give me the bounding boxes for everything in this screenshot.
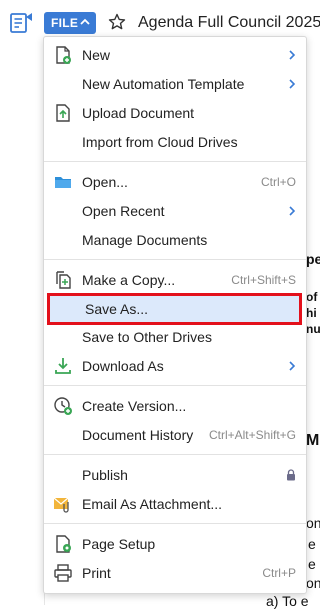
doc-text-fragment: e: [308, 536, 316, 552]
menu-item-new[interactable]: New: [44, 41, 306, 69]
menu-item-label: Make a Copy...: [82, 272, 176, 288]
doc-text-fragment: Mi: [306, 432, 320, 449]
menu-divider: [44, 385, 306, 386]
chevron-right-icon: [289, 361, 296, 371]
menu-divider: [44, 161, 306, 162]
menu-item-label: Print: [82, 565, 111, 581]
menu-item-label: New: [82, 47, 111, 63]
doc-text-fragment: hi: [306, 306, 317, 320]
menu-item-label: Import from Cloud Drives: [82, 134, 238, 150]
menu-item-save-to-other-drives[interactable]: Save to Other Drives: [44, 323, 306, 351]
document-title[interactable]: Agenda Full Council 2025-0: [138, 14, 320, 32]
chevron-right-icon: [289, 79, 296, 89]
menu-item-manage-documents[interactable]: Manage Documents: [44, 226, 306, 254]
menu-item-download-as[interactable]: Download As: [44, 352, 306, 380]
star-icon[interactable]: [108, 13, 126, 31]
menu-item-shortcut: Ctrl+P: [262, 566, 296, 580]
doc-text-fragment: on: [306, 515, 320, 531]
menu-item-new-automation-template[interactable]: New Automation Template: [44, 70, 306, 98]
page-setup-icon: [56, 535, 71, 553]
menu-item-open-recent[interactable]: Open Recent: [44, 197, 306, 225]
menu-item-label: Save As...: [85, 301, 149, 317]
menu-divider: [44, 523, 306, 524]
menu-item-page-setup[interactable]: Page Setup: [44, 530, 306, 558]
file-menu: New New Automation Template Upload Docum…: [43, 36, 307, 594]
menu-item-label: Page Setup: [82, 536, 156, 552]
menu-item-label: Manage Documents: [82, 232, 208, 248]
document-margin: [0, 46, 45, 605]
menu-item-label: Upload Document: [82, 105, 195, 121]
menu-item-label: Open...: [82, 174, 128, 190]
lock-icon: [287, 469, 295, 481]
doc-text-fragment: nu: [306, 322, 320, 336]
menu-item-publish[interactable]: Publish: [44, 461, 306, 489]
menu-item-save-as[interactable]: Save As...: [47, 293, 302, 325]
document-settings-icon[interactable]: [9, 11, 35, 35]
email-attachment-icon: [53, 497, 69, 513]
menu-divider: [44, 259, 306, 260]
doc-text-fragment: e: [308, 556, 316, 572]
file-menu-label: FILE: [51, 16, 79, 30]
file-menu-button[interactable]: FILE: [44, 12, 96, 34]
version-icon: [54, 397, 72, 415]
doc-text-fragment: a) To e: [266, 593, 309, 609]
menu-item-create-version[interactable]: Create Version...: [44, 392, 306, 420]
doc-text-fragment: of: [306, 290, 318, 304]
print-icon: [54, 564, 72, 582]
download-icon: [55, 358, 71, 374]
chevron-right-icon: [289, 50, 296, 60]
copy-icon: [56, 271, 71, 289]
menu-item-label: Publish: [82, 467, 128, 483]
menu-divider: [44, 454, 306, 455]
menu-item-shortcut: Ctrl+O: [260, 175, 296, 189]
chevron-right-icon: [289, 206, 296, 216]
menu-item-label: Open Recent: [82, 203, 165, 219]
menu-item-document-history[interactable]: Document History Ctrl+Alt+Shift+G: [44, 421, 306, 449]
folder-icon: [55, 177, 71, 188]
menu-item-shortcut: Ctrl+Shift+S: [231, 273, 296, 287]
doc-text-fragment: pe: [306, 251, 320, 267]
menu-item-make-a-copy[interactable]: Make a Copy... Ctrl+Shift+S: [44, 266, 306, 294]
menu-item-label: New Automation Template: [82, 76, 245, 92]
doc-text-fragment: on: [306, 575, 320, 591]
upload-icon: [56, 104, 70, 122]
menu-item-shortcut: Ctrl+Alt+Shift+G: [208, 428, 296, 442]
menu-item-label: Email As Attachment...: [82, 496, 223, 512]
menu-item-label: Download As: [82, 358, 164, 374]
menu-item-import-cloud-drives[interactable]: Import from Cloud Drives: [44, 128, 306, 156]
menu-item-label: Document History: [82, 427, 194, 443]
menu-item-label: Save to Other Drives: [82, 329, 212, 345]
menu-item-label: Create Version...: [82, 398, 187, 414]
menu-item-email-as-attachment[interactable]: Email As Attachment...: [44, 490, 306, 518]
menu-item-print[interactable]: Print Ctrl+P: [44, 559, 306, 587]
chevron-up-icon: [80, 18, 90, 25]
new-doc-icon: [56, 46, 71, 64]
menu-item-open[interactable]: Open... Ctrl+O: [44, 168, 306, 196]
menu-item-upload-document[interactable]: Upload Document: [44, 99, 306, 127]
